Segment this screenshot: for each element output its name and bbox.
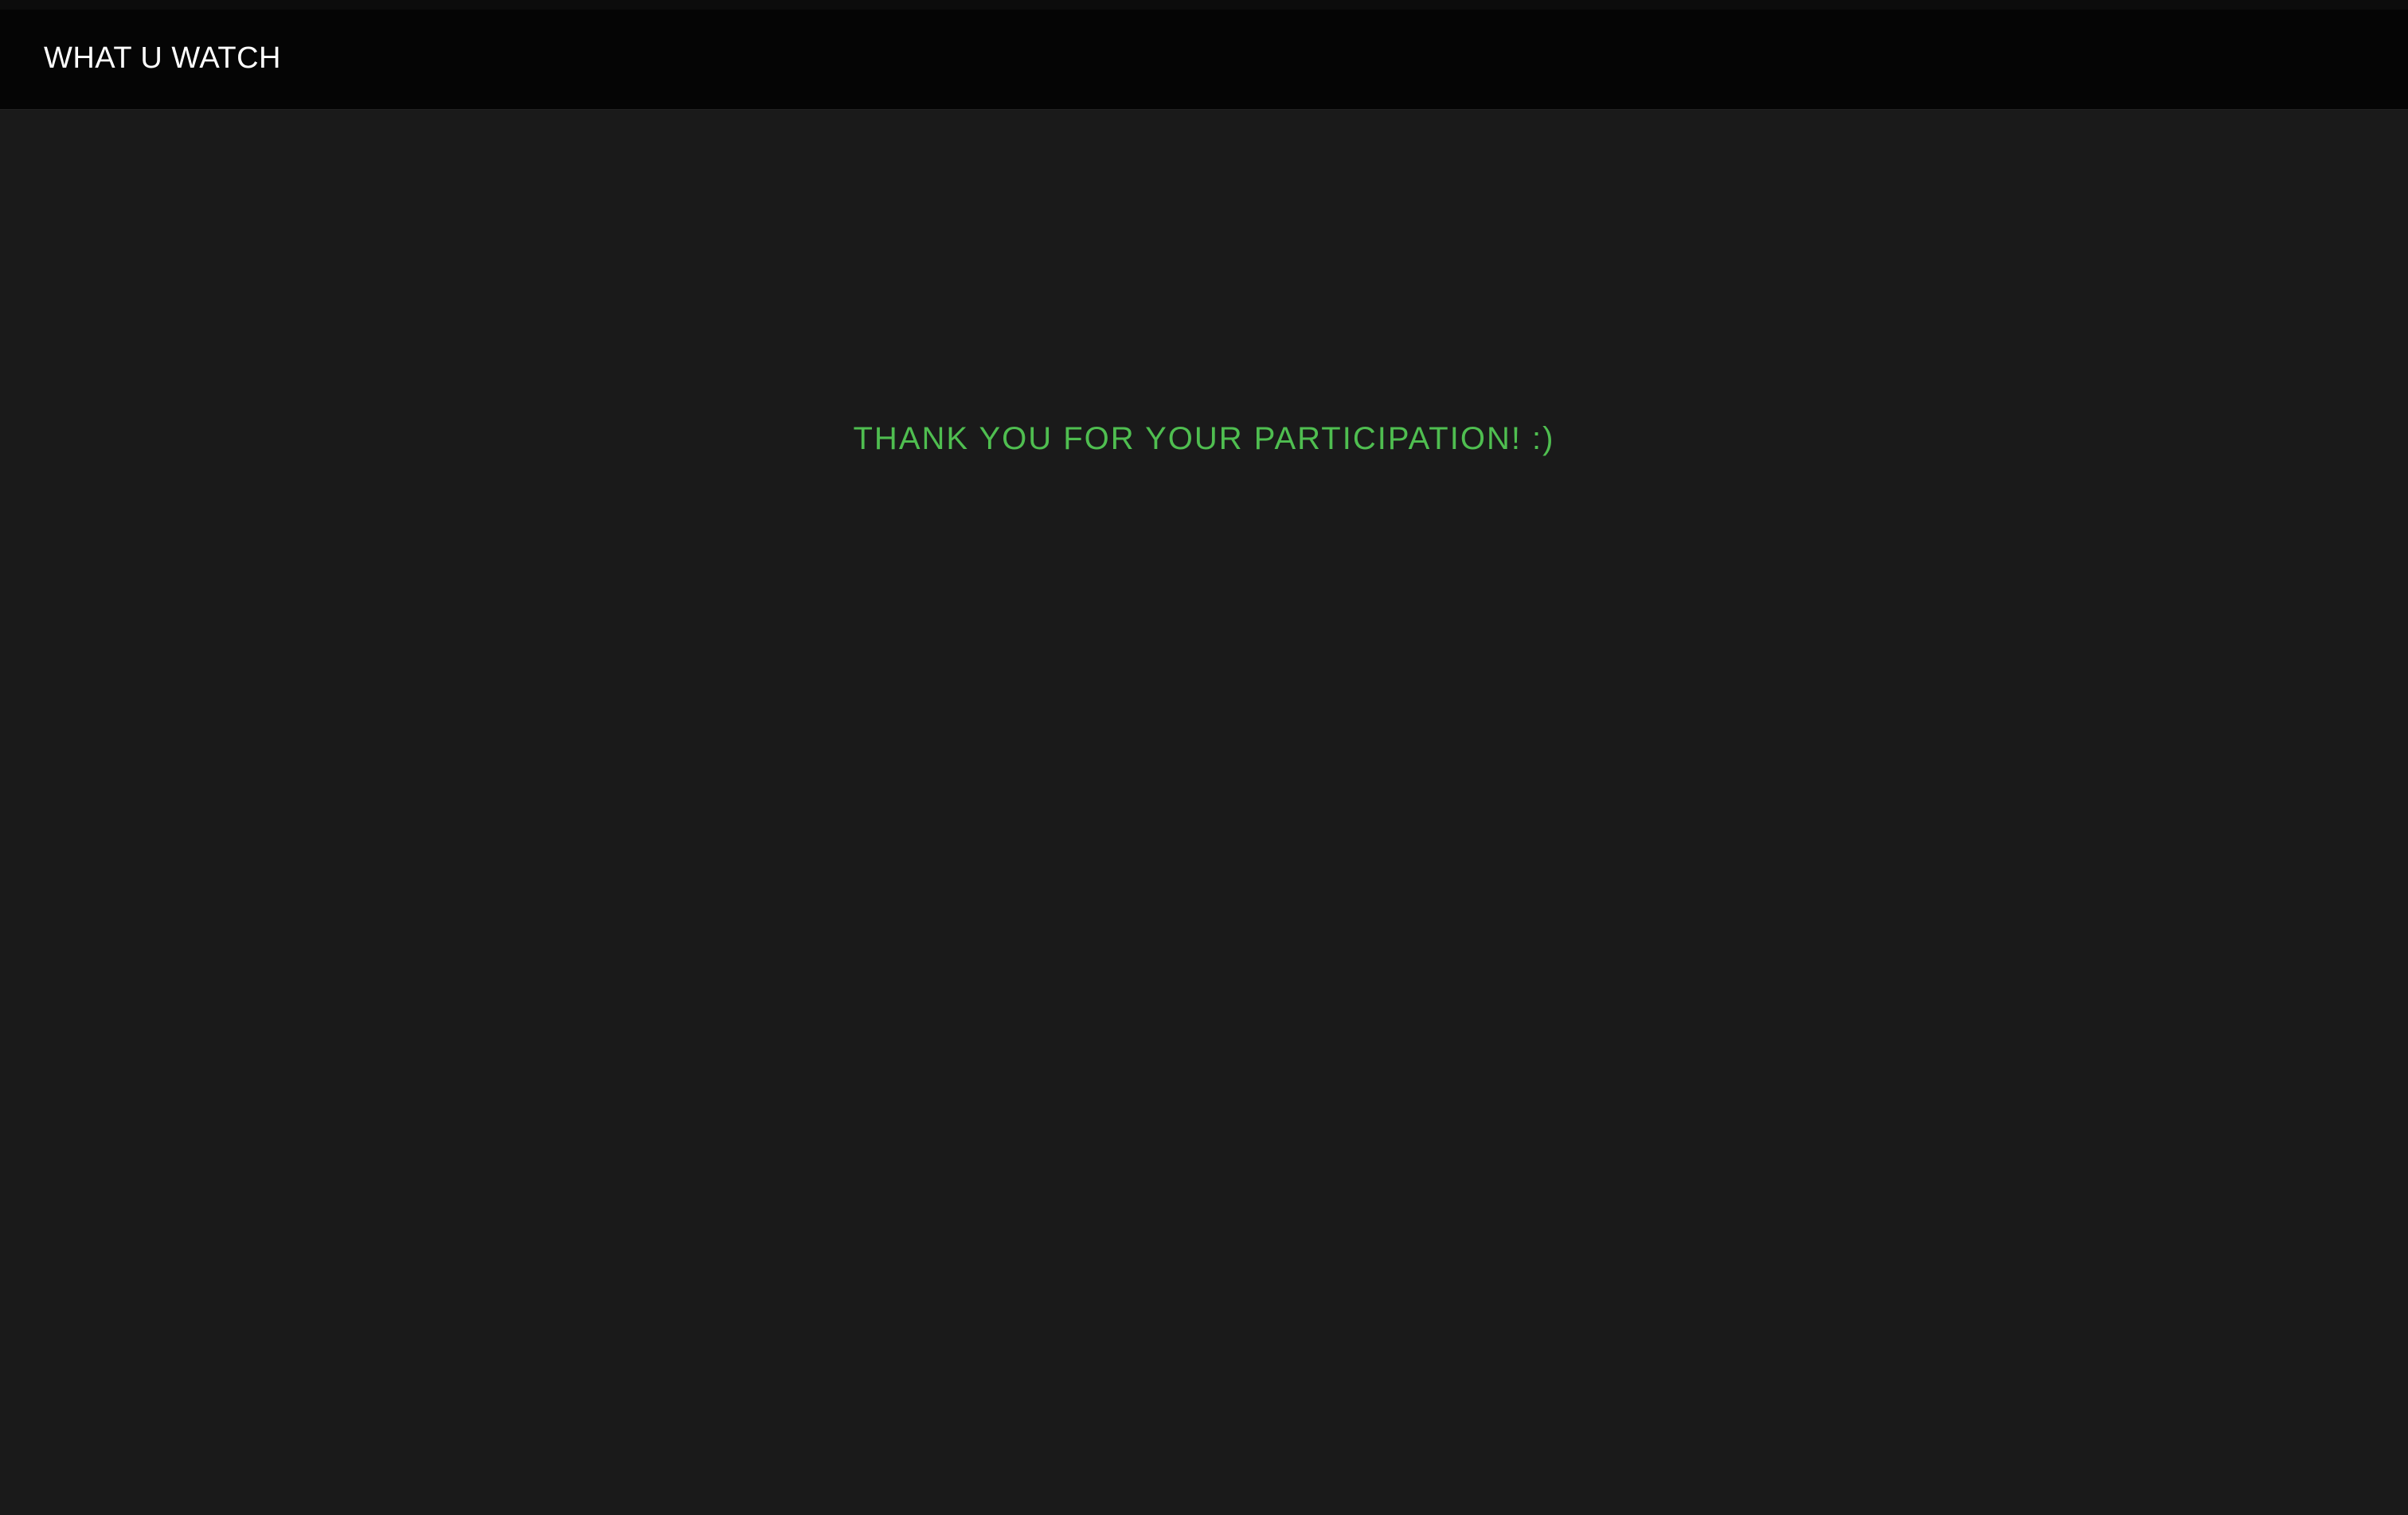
app-window: WHAT U WATCH THANK YOU FOR YOUR PARTICIP… xyxy=(0,0,2408,1515)
main-content: THANK YOU FOR YOUR PARTICIPATION! :) xyxy=(0,110,2408,1515)
top-bar: WHAT U WATCH xyxy=(0,0,2408,110)
thank-you-message: THANK YOU FOR YOUR PARTICIPATION! :) xyxy=(853,421,1555,456)
brand-title[interactable]: WHAT U WATCH xyxy=(44,40,281,76)
